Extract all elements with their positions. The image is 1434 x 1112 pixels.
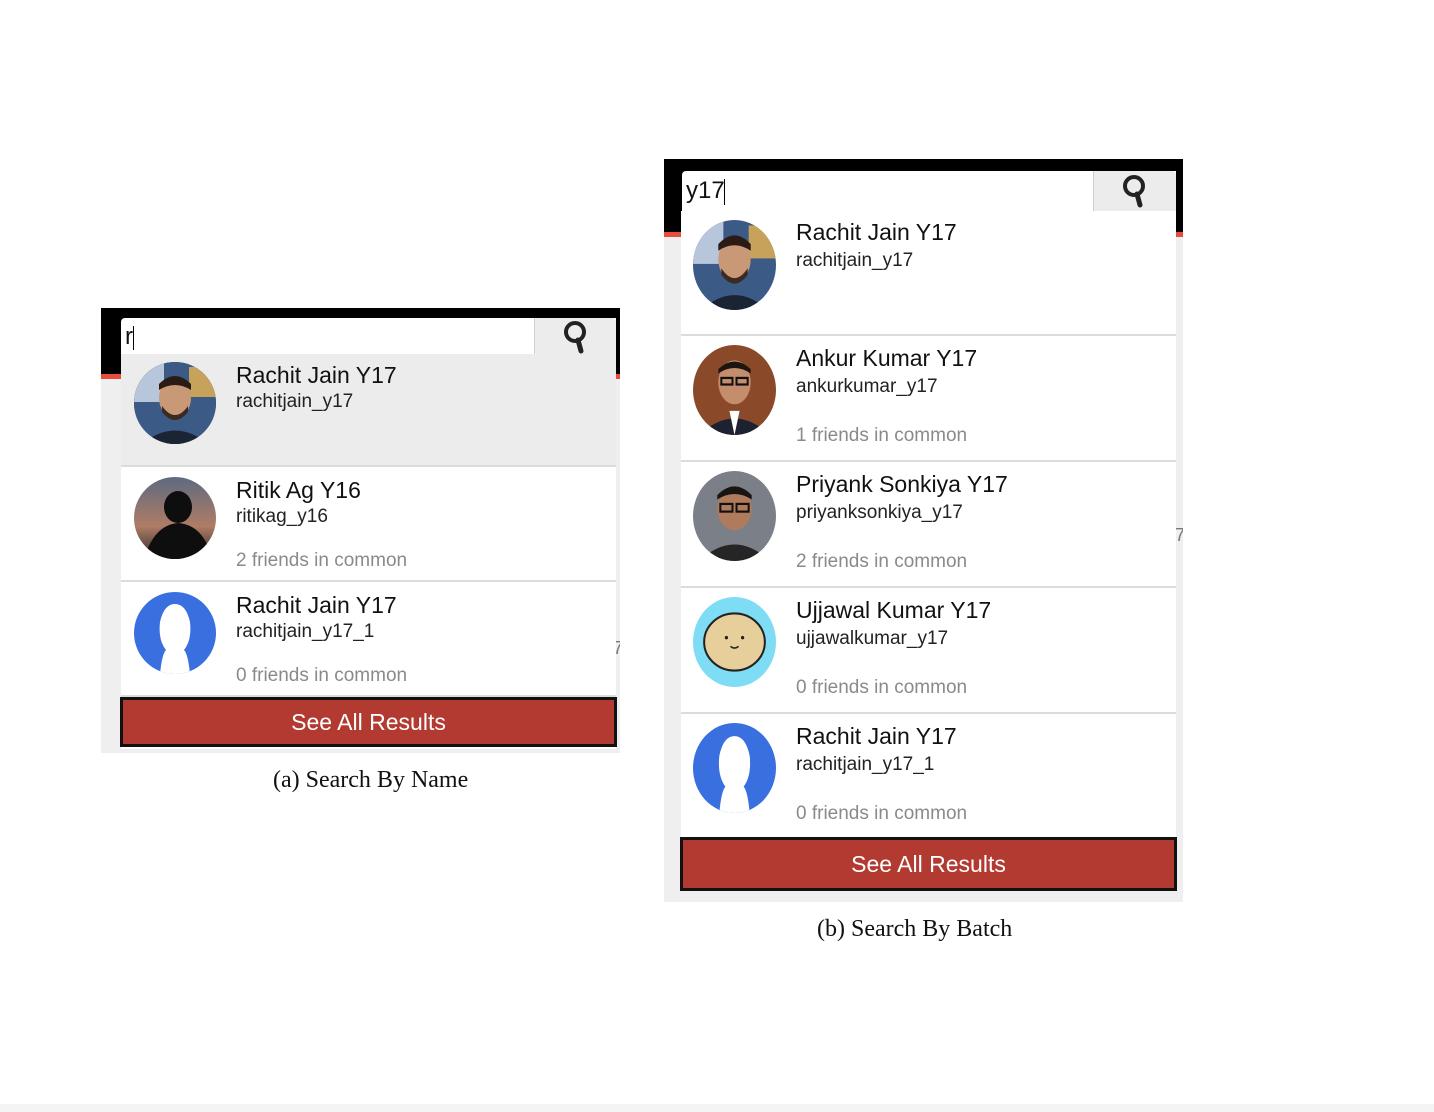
result-name: Rachit Jain Y17 xyxy=(796,219,957,245)
result-handle: rachitjain_y17_1 xyxy=(236,621,375,642)
friends-in-common: 1 friends in common xyxy=(796,425,968,446)
magnifier-icon xyxy=(1123,175,1145,208)
avatar-default-blue xyxy=(693,723,776,813)
text-cursor xyxy=(133,326,134,350)
panel-b-screenshot: 7 Rachit Jain Y17 rachitjain_y17 xyxy=(664,159,1183,902)
search-input[interactable] xyxy=(121,318,533,356)
avatar-silhouette-photo xyxy=(134,477,216,559)
caption-b: (b) Search By Batch xyxy=(817,916,1013,942)
avatar-default-blue xyxy=(134,592,216,674)
result-name: Ankur Kumar Y17 xyxy=(796,345,978,371)
result-item[interactable]: Ritik Ag Y16 ritikag_y16 2 friends in co… xyxy=(121,467,616,582)
result-name: Rachit Jain Y17 xyxy=(236,362,397,388)
friends-in-common: 2 friends in common xyxy=(236,550,408,571)
result-name: Rachit Jain Y17 xyxy=(796,723,957,749)
result-handle: ritikag_y16 xyxy=(236,506,328,527)
result-item[interactable]: Rachit Jain Y17 rachitjain_y17 xyxy=(681,211,1176,336)
result-item[interactable]: Ankur Kumar Y17 ankurkumar_y17 1 friends… xyxy=(681,336,1176,462)
page-bottom-strip xyxy=(0,1104,1434,1112)
search-results-dropdown: Rachit Jain Y17 rachitjain_y17 Ritik Ag … xyxy=(121,354,616,749)
search-input[interactable] xyxy=(682,171,1092,211)
result-handle: ankurkumar_y17 xyxy=(796,376,938,397)
result-handle: ujjawalkumar_y17 xyxy=(796,628,949,649)
panel-a-screenshot: 7 Rachit Jain Y17 rachitjain_y17 xyxy=(101,308,620,753)
avatar-rachit-photo xyxy=(693,220,776,310)
see-all-results-button[interactable]: See All Results xyxy=(120,697,617,747)
result-item[interactable]: Ujjawal Kumar Y17 ujjawalkumar_y17 0 fri… xyxy=(681,588,1176,714)
avatar-priyank-photo xyxy=(693,471,776,561)
avatar-potato-cartoon xyxy=(693,597,776,687)
result-handle: rachitjain_y17_1 xyxy=(796,754,935,775)
result-handle: rachitjain_y17 xyxy=(796,250,914,271)
magnifier-icon xyxy=(563,321,586,354)
search-bar xyxy=(121,318,616,356)
friends-in-common: 2 friends in common xyxy=(796,551,968,572)
result-handle: rachitjain_y17 xyxy=(236,391,354,412)
search-bar xyxy=(682,171,1176,211)
text-cursor xyxy=(724,179,725,205)
result-item[interactable]: Priyank Sonkiya Y17 priyanksonkiya_y17 2… xyxy=(681,462,1176,588)
search-button[interactable] xyxy=(1093,171,1176,211)
result-name: Ritik Ag Y16 xyxy=(236,477,361,503)
result-item[interactable]: Rachit Jain Y17 rachitjain_y17_1 0 frien… xyxy=(121,582,616,697)
result-name: Rachit Jain Y17 xyxy=(236,592,397,618)
result-item[interactable]: Rachit Jain Y17 rachitjain_y17_1 0 frien… xyxy=(681,714,1176,840)
search-button[interactable] xyxy=(534,318,616,356)
avatar-ankur-photo xyxy=(693,345,776,435)
caption-a: (a) Search By Name xyxy=(273,767,469,793)
background-fragment: 7 xyxy=(1175,525,1183,545)
result-name: Ujjawal Kumar Y17 xyxy=(796,597,992,623)
friends-in-common: 0 friends in common xyxy=(796,803,968,824)
search-results-dropdown: Rachit Jain Y17 rachitjain_y17 Ankur Kum… xyxy=(681,211,1176,891)
result-item[interactable]: Rachit Jain Y17 rachitjain_y17 xyxy=(121,354,616,467)
friends-in-common: 0 friends in common xyxy=(796,677,968,698)
see-all-results-button[interactable]: See All Results xyxy=(680,837,1177,891)
result-name: Priyank Sonkiya Y17 xyxy=(796,471,1008,497)
avatar-rachit-photo xyxy=(134,362,216,444)
result-handle: priyanksonkiya_y17 xyxy=(796,502,963,523)
friends-in-common: 0 friends in common xyxy=(236,665,408,686)
